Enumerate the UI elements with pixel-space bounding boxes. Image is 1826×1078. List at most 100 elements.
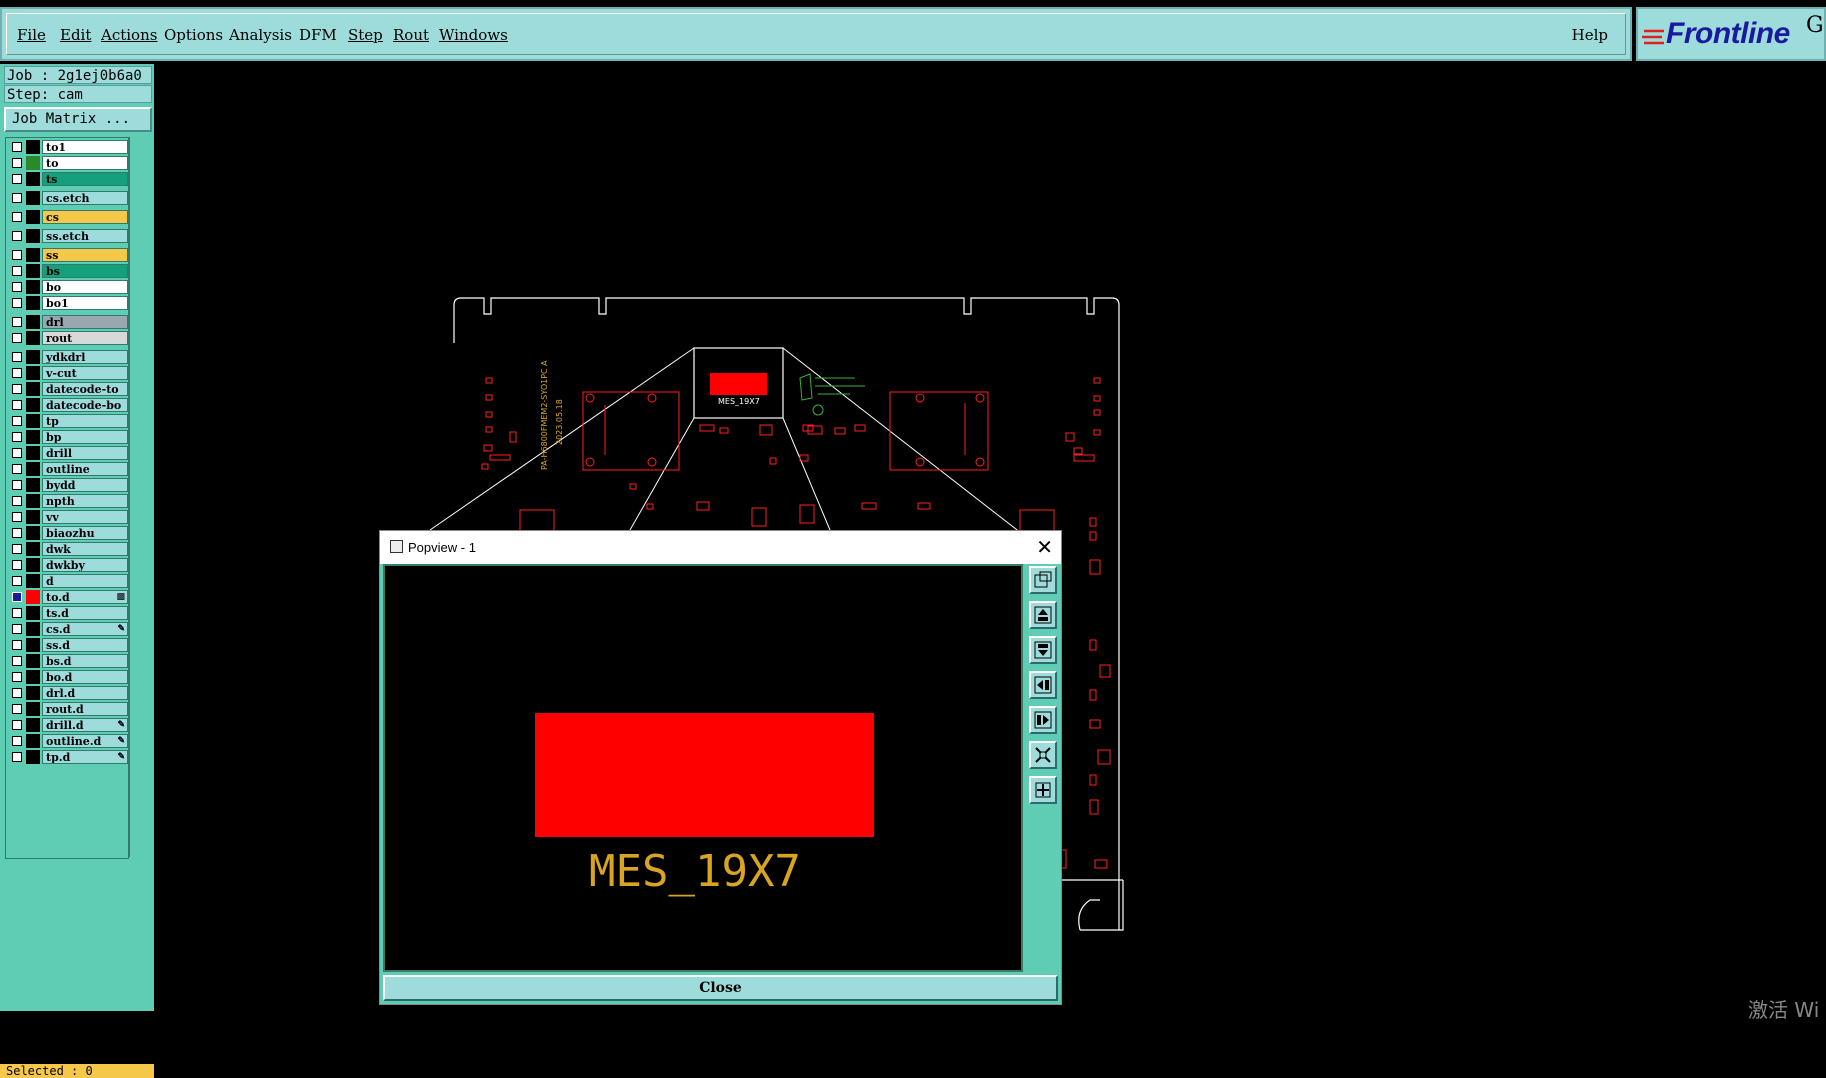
layer-name[interactable]: dwk — [42, 542, 128, 556]
layer-name[interactable]: outline — [42, 462, 128, 476]
layer-name[interactable]: bydd — [42, 478, 128, 492]
layer-checkbox[interactable] — [12, 512, 22, 522]
layer-row[interactable]: dwkby — [8, 558, 128, 572]
pan-down-button[interactable] — [1029, 636, 1057, 664]
layer-row[interactable]: bo1 — [8, 296, 128, 310]
layer-row[interactable]: datecode-bo — [8, 398, 128, 412]
menu-windows[interactable]: Windows — [439, 26, 508, 44]
layer-checkbox[interactable] — [12, 496, 22, 506]
layer-checkbox[interactable] — [12, 448, 22, 458]
layer-checkbox[interactable] — [12, 672, 22, 682]
layer-checkbox[interactable] — [12, 317, 22, 327]
layer-checkbox[interactable] — [12, 752, 22, 762]
layer-row[interactable]: dwk — [8, 542, 128, 556]
layer-row[interactable]: bs.d — [8, 654, 128, 668]
layer-row[interactable]: drill — [8, 446, 128, 460]
layer-name[interactable]: ydkdrl — [42, 350, 128, 364]
popview-titlebar[interactable]: Popview - 1 ✕ — [380, 531, 1061, 564]
layer-row[interactable]: vv — [8, 510, 128, 524]
layer-checkbox[interactable] — [12, 720, 22, 730]
layer-name[interactable]: ss.d — [42, 638, 128, 652]
layer-checkbox[interactable] — [12, 352, 22, 362]
zoom-in-button[interactable] — [1029, 776, 1057, 804]
layer-name[interactable]: ts.d — [42, 606, 128, 620]
layer-name[interactable]: ss.etch — [42, 229, 128, 243]
layer-row[interactable]: rout — [8, 331, 128, 345]
layer-checkbox[interactable] — [12, 640, 22, 650]
layer-name[interactable]: bo.d — [42, 670, 128, 684]
layer-checkbox[interactable] — [12, 656, 22, 666]
layer-checkbox[interactable] — [12, 368, 22, 378]
layer-name[interactable]: cs.d ✎ — [42, 622, 128, 636]
layer-name[interactable]: rout.d — [42, 702, 128, 716]
layer-name[interactable]: to1 — [42, 140, 128, 154]
layer-row[interactable]: drl.d — [8, 686, 128, 700]
layer-checkbox[interactable] — [12, 688, 22, 698]
layer-row[interactable]: to1 — [8, 140, 128, 154]
layer-name[interactable]: datecode-to — [42, 382, 128, 396]
layer-name[interactable]: d — [42, 574, 128, 588]
layer-row[interactable]: bp — [8, 430, 128, 444]
layer-checkbox[interactable] — [12, 544, 22, 554]
layer-checkbox[interactable] — [12, 174, 22, 184]
popview-close-button[interactable]: Close — [383, 975, 1058, 1001]
layer-row[interactable]: ss — [8, 248, 128, 262]
job-matrix-button[interactable]: Job Matrix ... — [4, 107, 152, 132]
layer-row[interactable]: npth — [8, 494, 128, 508]
layer-checkbox[interactable] — [12, 282, 22, 292]
popview-canvas[interactable]: MES_19X7 — [383, 564, 1023, 972]
layer-checkbox[interactable] — [12, 704, 22, 714]
layer-row[interactable]: bydd — [8, 478, 128, 492]
menu-analysis[interactable]: Analysis — [229, 26, 292, 44]
layer-list-scrollbar[interactable] — [129, 137, 152, 857]
layer-row[interactable]: drl — [8, 315, 128, 329]
layer-checkbox[interactable] — [12, 608, 22, 618]
layer-row[interactable]: tp.d ✎ — [8, 750, 128, 764]
menu-edit[interactable]: Edit — [60, 26, 91, 44]
layer-row[interactable]: to — [8, 156, 128, 170]
layer-checkbox[interactable] — [12, 432, 22, 442]
layer-row[interactable]: v-cut — [8, 366, 128, 380]
layer-checkbox[interactable] — [12, 158, 22, 168]
menu-step[interactable]: Step — [348, 26, 383, 44]
zoom-out-button[interactable] — [1029, 741, 1057, 769]
layer-checkbox[interactable] — [12, 231, 22, 241]
layer-row[interactable]: bo — [8, 280, 128, 294]
layer-checkbox[interactable] — [12, 528, 22, 538]
layer-name[interactable]: ts — [42, 172, 128, 186]
layer-checkbox[interactable] — [12, 298, 22, 308]
layer-checkbox[interactable] — [12, 212, 22, 222]
layer-row[interactable]: tp — [8, 414, 128, 428]
layer-name[interactable]: bp — [42, 430, 128, 444]
layer-row[interactable]: cs — [8, 210, 128, 224]
layer-name[interactable]: rout — [42, 331, 128, 345]
layer-name[interactable]: biaozhu — [42, 526, 128, 540]
layer-checkbox[interactable] — [12, 560, 22, 570]
layer-checkbox[interactable] — [12, 592, 22, 602]
layer-row[interactable]: outline — [8, 462, 128, 476]
layer-checkbox[interactable] — [12, 193, 22, 203]
layer-checkbox[interactable] — [12, 400, 22, 410]
pan-up-button[interactable] — [1029, 601, 1057, 629]
layer-row[interactable]: ts.d — [8, 606, 128, 620]
layer-checkbox[interactable] — [12, 250, 22, 260]
layer-row[interactable]: ydkdrl — [8, 350, 128, 364]
layer-name[interactable]: cs.etch — [42, 191, 128, 205]
layer-checkbox[interactable] — [12, 480, 22, 490]
zoom-fit-button[interactable] — [1029, 566, 1057, 594]
menu-file[interactable]: File — [17, 26, 46, 44]
layer-name[interactable]: to.d ▩ — [42, 590, 128, 604]
layer-name[interactable]: tp — [42, 414, 128, 428]
menu-options[interactable]: Options — [164, 26, 223, 44]
layer-row[interactable]: ss.etch — [8, 229, 128, 243]
layer-row[interactable]: to.d ▩ — [8, 590, 128, 604]
layer-name[interactable]: dwkby — [42, 558, 128, 572]
layer-checkbox[interactable] — [12, 416, 22, 426]
layer-row[interactable]: cs.d ✎ — [8, 622, 128, 636]
layer-row[interactable]: biaozhu — [8, 526, 128, 540]
layer-checkbox[interactable] — [12, 384, 22, 394]
layer-name[interactable]: to — [42, 156, 128, 170]
layer-name[interactable]: npth — [42, 494, 128, 508]
layer-row[interactable]: d — [8, 574, 128, 588]
menu-dfm[interactable]: DFM — [299, 26, 337, 44]
